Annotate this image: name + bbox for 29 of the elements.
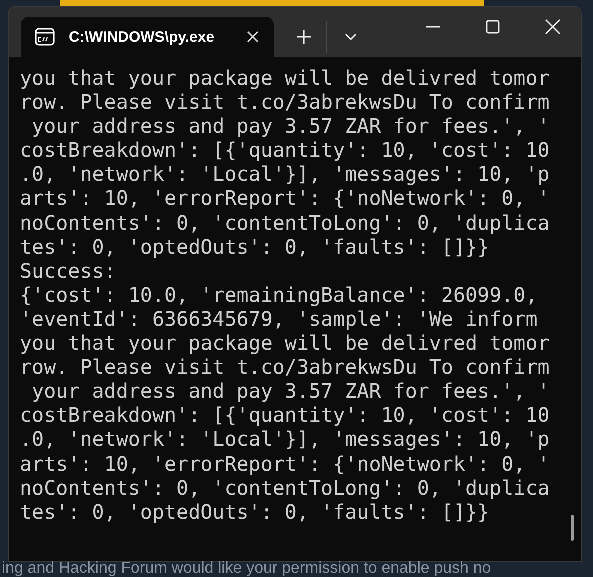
output-line: row. Please visit t.co/3abrekwsDu To confirm — [20, 90, 550, 114]
console-icon — [35, 28, 55, 46]
output-line: tes': 0, 'optedOuts': 0, 'faults': []}} — [20, 234, 490, 259]
chevron-down-icon[interactable] — [345, 33, 357, 41]
output-line: arts': 10, 'errorReport': {'noNetwork': 0, ' — [20, 452, 550, 476]
notification-text: ing and Hacking Forum would like your permission to enable push no — [1, 560, 492, 577]
new-tab-icon[interactable] — [296, 29, 312, 45]
tab-title: C:\WINDOWS\py.exe — [69, 28, 216, 46]
output-line: noContents': 0, 'contentToLong': 0, 'duplica — [20, 476, 550, 500]
terminal-tab[interactable]: C:\WINDOWS\py.exe — [21, 17, 274, 57]
output-line: 'eventId': 6366345679, 'sample': 'We inform — [20, 306, 538, 332]
output-line: your address and pay 3.57 ZAR for fees.', ' — [31, 114, 550, 138]
output-line: {'cost': 10.0, 'remainingBalance': 26099.0, — [20, 282, 538, 307]
close-icon[interactable] — [246, 30, 260, 44]
output-line: row. Please visit t.co/3abrekwsDu To confirm — [20, 355, 550, 380]
output-line: tes': 0, 'optedOuts': 0, 'faults': []}} — [20, 500, 490, 524]
output-line: you that your package will be delivred tomor — [20, 66, 550, 90]
scrollbar-thumb[interactable] — [571, 515, 574, 541]
output-line: you that your package will be delivred tomor — [20, 331, 550, 356]
output-line: noContents': 0, 'contentToLong': 0, 'duplica — [20, 210, 550, 235]
output-line: your address and pay 3.57 ZAR for fees.', ' — [31, 379, 550, 404]
output-line: arts': 10, 'errorReport': {'noNetwork': 0, ' — [20, 186, 550, 211]
output-line: costBreakdown': [{'quantity': 10, 'cost': 10 — [20, 403, 550, 428]
maximize-icon[interactable] — [485, 19, 501, 35]
output-line: Success: — [20, 258, 116, 283]
output-line: .0, 'network': 'Local'}], 'messages': 10, 'p — [20, 162, 550, 186]
output-line: .0, 'network': 'Local'}], 'messages': 10, 'p — [20, 427, 550, 452]
close-icon[interactable] — [545, 19, 561, 35]
output-line: costBreakdown': [{'quantity': 10, 'cost': 10 — [20, 138, 550, 162]
